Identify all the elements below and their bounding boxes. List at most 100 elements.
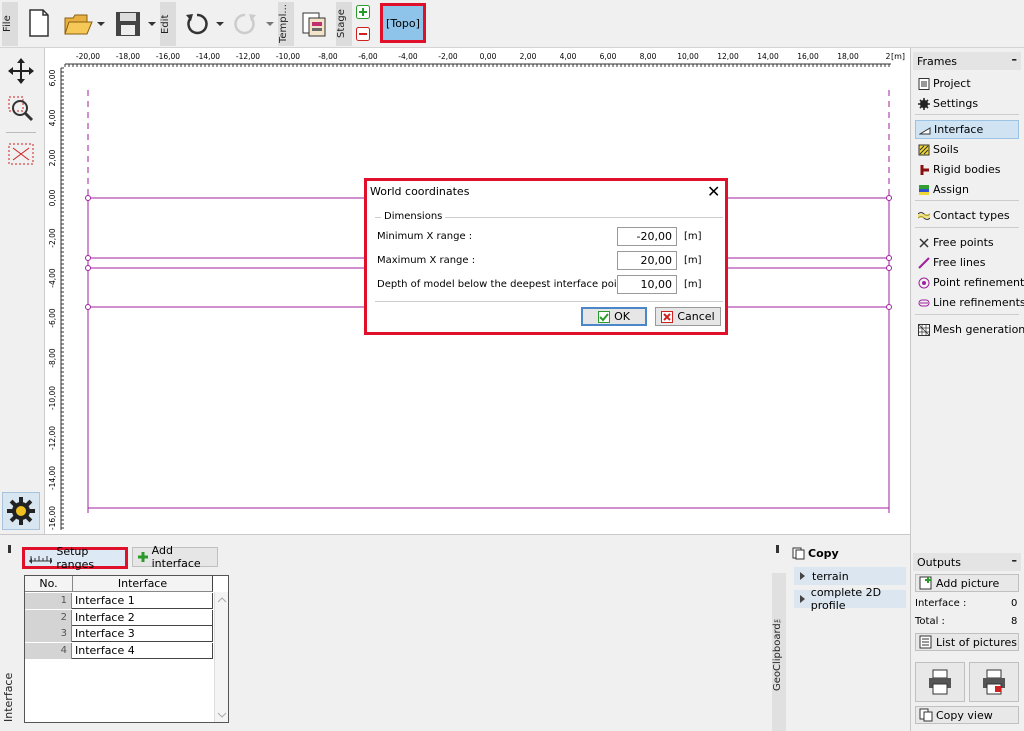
row-number: 3 [25, 626, 72, 642]
frame-item-label: Free lines [933, 256, 986, 269]
minimize-icon[interactable]: – [1012, 53, 1018, 66]
list-of-pictures-button[interactable]: List of pictures [915, 633, 1019, 651]
interface-point[interactable] [85, 265, 91, 271]
undo-button[interactable] [182, 8, 212, 40]
model-depth-input[interactable]: 10,00 [617, 275, 677, 294]
frame-item-soils[interactable]: Soils [915, 140, 1019, 159]
template-menu[interactable]: Templ... [278, 2, 294, 46]
interface-table[interactable]: No. Interface 1 Interface 1 2 Interface 23I… [24, 575, 229, 723]
frame-item-mesh-generation[interactable]: Mesh generation [915, 320, 1024, 339]
table-row[interactable]: 1 Interface 1 [25, 593, 213, 609]
x-tick-label: 8,00 [640, 52, 657, 61]
pan-button[interactable] [6, 56, 36, 86]
undo-dropdown-icon[interactable] [216, 22, 224, 26]
frame-item-assign[interactable]: Assign [915, 180, 1019, 199]
plus-icon [356, 5, 370, 19]
ok-button[interactable]: OK [581, 307, 647, 326]
frame-item-label: Settings [933, 97, 979, 110]
column-header-no[interactable]: No. [25, 576, 73, 592]
frame-item-free-points[interactable]: Free points [915, 233, 1019, 252]
min-x-range-input[interactable]: -20,00 [617, 227, 677, 246]
frame-item-project[interactable]: Project [915, 74, 1019, 93]
frame-item-label: Assign [933, 183, 969, 196]
frame-item-settings[interactable]: Settings [915, 94, 1019, 113]
frame-item-contact-types[interactable]: Contact types [915, 206, 1019, 225]
frame-item-point-refinements[interactable]: Point refinements [915, 273, 1024, 292]
interface-point[interactable] [85, 255, 91, 261]
close-icon[interactable]: ✕ [707, 182, 720, 201]
expand-arrow-icon [800, 595, 805, 603]
cancel-button[interactable]: Cancel [655, 307, 721, 326]
copy-view-button[interactable]: Copy view [915, 706, 1019, 724]
template-menu-label: Templ... [278, 4, 289, 44]
add-stage-button[interactable] [356, 5, 370, 19]
table-row[interactable]: 3 Interface 3 [25, 626, 213, 642]
frames-separator [915, 227, 1019, 228]
minus-icon [356, 27, 370, 41]
print-button[interactable] [915, 662, 965, 702]
interface-point[interactable] [85, 304, 91, 310]
frame-item-interface[interactable]: Interface [915, 120, 1019, 139]
scroll-down-icon[interactable] [215, 710, 229, 720]
frame-item-label: Line refinements [933, 296, 1024, 309]
scroll-up-icon[interactable] [215, 595, 229, 605]
interface-point[interactable] [85, 195, 91, 201]
file-menu-label: File [2, 15, 13, 33]
add-interface-label: Add interface [151, 544, 201, 570]
point-refinement-icon [918, 277, 930, 288]
remove-stage-button[interactable] [356, 27, 370, 41]
row-interface-name[interactable]: Interface 1 [73, 593, 213, 609]
copy-2d-profile-item[interactable]: complete 2D profile [794, 586, 906, 612]
row-number: 4 [25, 642, 72, 659]
topo-stage-button[interactable]: [Topo] [380, 3, 426, 43]
add-picture-button[interactable]: Add picture [915, 574, 1019, 592]
cancel-label: Cancel [677, 310, 715, 323]
edit-menu-label: Edit [160, 14, 171, 34]
settings-button[interactable] [2, 492, 40, 530]
redo-icon [234, 13, 256, 35]
y-tick-label: -4,00 [48, 268, 57, 288]
bottom-panel: Interface Setup ranges Add interface No.… [0, 534, 910, 731]
row-interface-name[interactable]: Interface 4 [73, 642, 213, 659]
file-menu[interactable]: File [2, 2, 18, 46]
save-dropdown-icon[interactable] [148, 22, 156, 26]
frame-item-free-lines[interactable]: Free lines [915, 253, 1019, 272]
interface-point[interactable] [886, 255, 892, 261]
contact-icon [918, 211, 930, 220]
table-scrollbar[interactable] [214, 592, 228, 722]
zoom-extents-button[interactable] [6, 140, 36, 168]
add-interface-button[interactable]: Add interface [132, 544, 218, 570]
minimize-icon[interactable]: – [1012, 554, 1018, 567]
table-row[interactable]: 2 Interface 2 [25, 609, 213, 626]
max-x-range-input[interactable]: 20,00 [617, 251, 677, 270]
column-header-interface[interactable]: Interface [73, 576, 213, 592]
template-button[interactable] [298, 8, 330, 40]
open-dropdown-icon[interactable] [97, 22, 105, 26]
row-interface-name[interactable]: Interface 2 [73, 609, 213, 626]
right-panel: Frames – Project Settings Interface Soils Rig… [910, 48, 1024, 731]
open-file-button[interactable] [62, 8, 94, 40]
new-document-icon [29, 9, 49, 37]
interface-point[interactable] [886, 304, 892, 310]
x-tick-label: -18,00 [116, 52, 140, 61]
field-label: Maximum X range : [377, 255, 476, 266]
stage-menu[interactable]: Stage [336, 2, 352, 46]
template-icon [302, 12, 326, 37]
frame-item-line-refinements[interactable]: Line refinements [915, 293, 1024, 312]
setup-ranges-button[interactable]: Setup ranges [22, 545, 128, 571]
edit-menu[interactable]: Edit [160, 2, 176, 46]
row-interface-name[interactable]: Interface 3 [73, 626, 213, 642]
new-file-button[interactable] [24, 6, 54, 40]
interface-point[interactable] [886, 195, 892, 201]
rigid-body-icon [920, 164, 929, 175]
print-pdf-button[interactable] [969, 662, 1019, 702]
copy-terrain-item[interactable]: terrain [794, 567, 906, 585]
zoom-button[interactable] [6, 94, 36, 124]
x-tick-label: 10,00 [677, 52, 699, 61]
frame-item-rigid-bodies[interactable]: Rigid bodies [915, 160, 1019, 179]
table-row[interactable]: 4 Interface 4 [25, 642, 213, 659]
interface-point[interactable] [886, 265, 892, 271]
save-button[interactable] [112, 8, 144, 40]
x-tick-label: 2 [886, 52, 891, 61]
y-tick-label: -14,00 [48, 466, 57, 490]
